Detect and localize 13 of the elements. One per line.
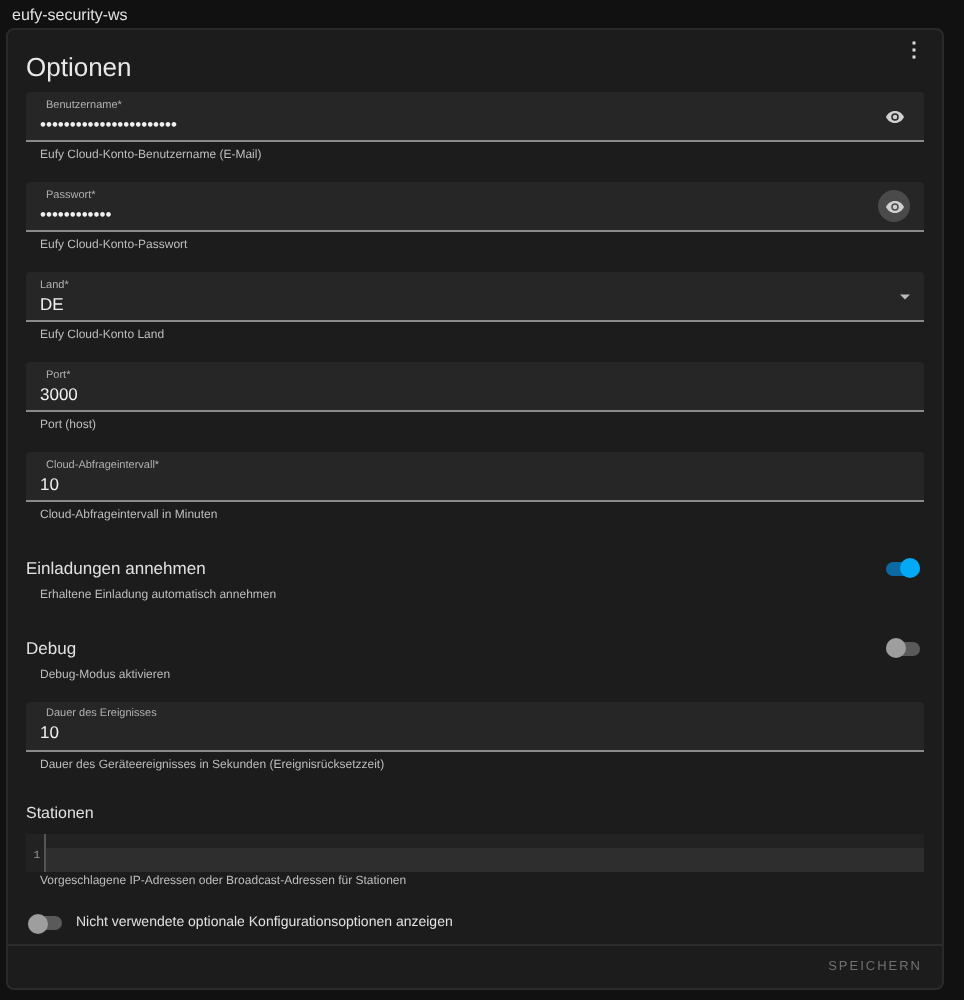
section-label: Stationen (26, 801, 96, 825)
window-title: eufy-security-ws (10, 4, 130, 26)
toggle-switch[interactable] (886, 639, 920, 658)
toggle-switch[interactable] (28, 914, 62, 933)
show-password-button[interactable] (878, 190, 910, 222)
eye-icon (885, 199, 903, 213)
option-label: Debug (26, 635, 77, 661)
option-label: Einladungen annehmen (26, 556, 206, 582)
card-title: Optionen (26, 50, 132, 86)
dropdown-caret-icon (900, 293, 910, 299)
eye-icon (885, 109, 903, 123)
more-menu-button[interactable]: ⋮ (904, 42, 924, 62)
toggle-switch[interactable] (886, 559, 920, 578)
